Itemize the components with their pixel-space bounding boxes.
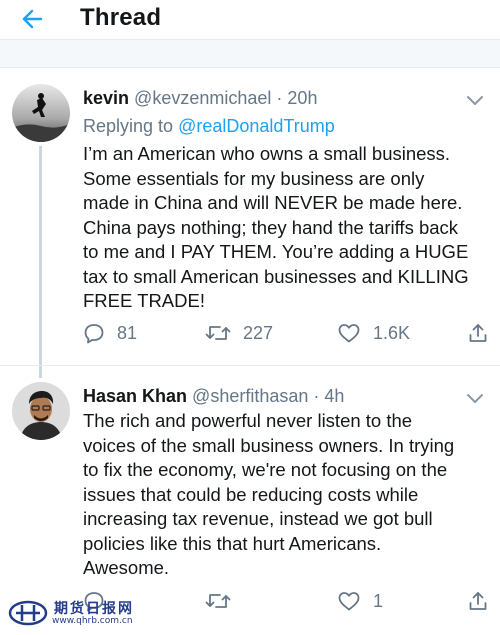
username[interactable]: @sherfithasan [192,386,308,406]
like-count: 1.6K [373,322,411,343]
retweet-count: 227 [243,322,274,343]
heart-icon [338,324,360,343]
share-button[interactable] [467,588,489,614]
display-name[interactable]: Hasan Khan [83,386,187,406]
chevron-down-icon[interactable] [466,392,484,404]
tweet-text-line: to fix the economy, we're not focusing o… [83,459,448,480]
tweet-text-line: policies like this that hurt Americans. [83,532,382,554]
arrow-left-icon[interactable] [18,6,46,32]
watermark-text: 期货日报网 [54,601,134,617]
tweet-text-line: issues that could be reducing costs whil… [83,483,419,505]
like-count: 1 [373,590,384,611]
reply-button[interactable]: 81 [83,320,137,346]
mention-link[interactable]: @realDonaldTrump [178,116,335,136]
like-button[interactable]: 1 [337,588,383,614]
tweet-text-line: Awesome. [83,557,170,578]
tweet-text-line: FREE TRADE! [83,290,205,311]
reply-icon [84,324,104,344]
like-button[interactable]: 1.6K [337,320,410,346]
display-name[interactable]: kevin [83,88,129,108]
tweet-text-line: to me and I PAY THEM. You’re adding a HU… [83,241,469,262]
heart-icon [338,592,360,611]
tweet-text-line: The rich and powerful never listen to th… [83,410,413,431]
tweet-actions: 81 227 1.6K [83,320,493,346]
tweet[interactable]: kevin @kevzenmichael · 20h Replying to @… [0,68,500,378]
header-bar: Thread [0,0,500,40]
tweet-text-line: voices of the small business owners. In … [83,434,455,456]
tweet-text-line: tax to small American businesses and KIL… [83,265,469,287]
tweet-text-line: China pays nothing; they hand the tariff… [83,216,459,238]
tweet-header: Hasan Khan @sherfithasan · 4h [83,384,344,408]
tweet-text-line: made in China and will NEVER be made her… [83,192,463,213]
watermark-logo [8,600,48,626]
retweet-button[interactable] [205,588,243,614]
reply-count: 81 [117,322,138,343]
replying-to-label: Replying to [83,116,179,136]
tweet-text-line: I’m an American who owns a small busines… [83,143,451,164]
tweet-text: I’m an American who owns a small busines… [83,142,488,314]
timestamp[interactable]: 4h [324,386,344,406]
share-button[interactable] [467,320,489,346]
replying-to: Replying to @realDonaldTrump [83,114,335,138]
chevron-down-icon[interactable] [466,94,484,106]
avatar[interactable] [12,382,70,440]
retweet-icon [205,326,231,340]
share-icon [469,592,487,610]
watermark-url: www.qhrb.com.cn [52,616,133,626]
share-icon [469,324,487,342]
timestamp[interactable]: 20h [287,88,317,108]
thread-separator [0,40,500,68]
retweet-icon [205,594,231,608]
tweet-text: The rich and powerful never listen to th… [83,409,488,581]
tweet[interactable]: Hasan Khan @sherfithasan · 4h The rich a… [0,366,500,635]
retweet-button[interactable]: 227 [205,320,273,346]
watermark: 期货日报网 www.qhrb.com.cn [8,598,148,630]
separator-dot: · [276,88,283,108]
page-title: Thread [80,4,162,31]
tweet-text-line: increasing tax revenue, instead we got b… [83,508,433,529]
thread-connector-line [39,146,42,378]
avatar[interactable] [12,84,70,142]
separator-dot: · [313,386,320,406]
tweet-text-line: Some essentials for my business are only [83,167,425,189]
tweet-header: kevin @kevzenmichael · 20h [83,86,317,110]
username[interactable]: @kevzenmichael [134,88,271,108]
